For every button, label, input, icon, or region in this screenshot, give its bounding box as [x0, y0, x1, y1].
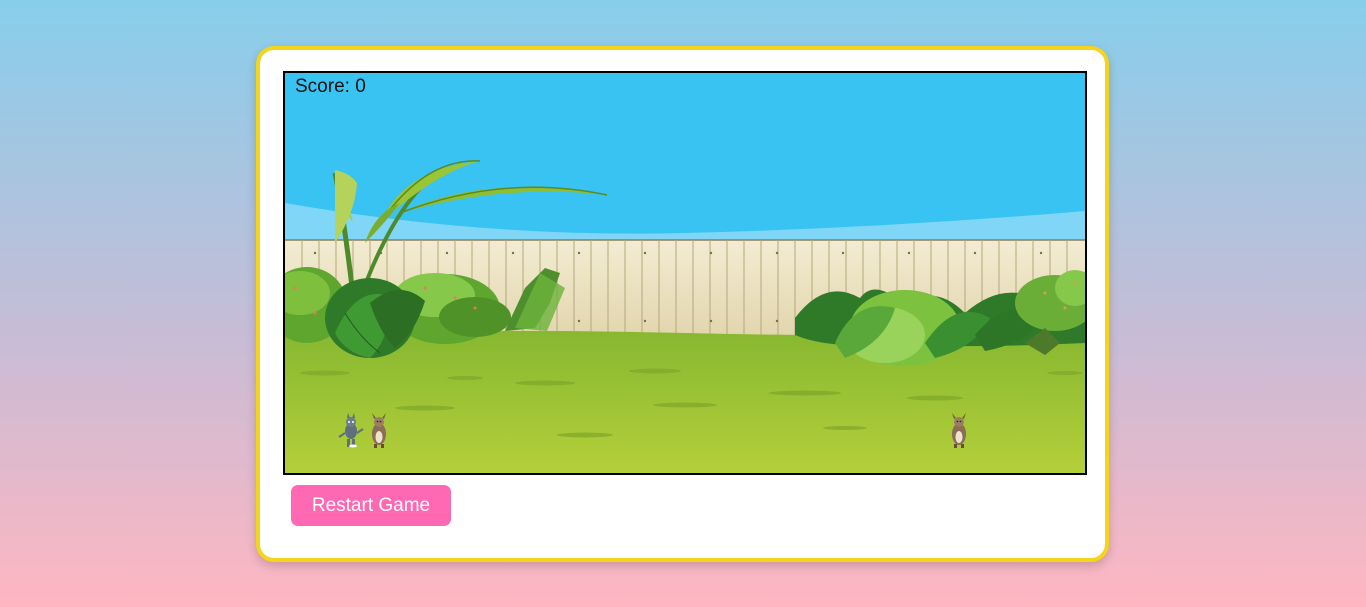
- game-container: Score: 0 Restart Game: [256, 46, 1109, 562]
- backyard-scene: [285, 73, 1085, 473]
- restart-game-button[interactable]: Restart Game: [291, 485, 451, 526]
- grass: [285, 330, 1085, 473]
- score-display: Score: 0: [295, 76, 366, 97]
- game-canvas[interactable]: Score: 0: [283, 71, 1087, 475]
